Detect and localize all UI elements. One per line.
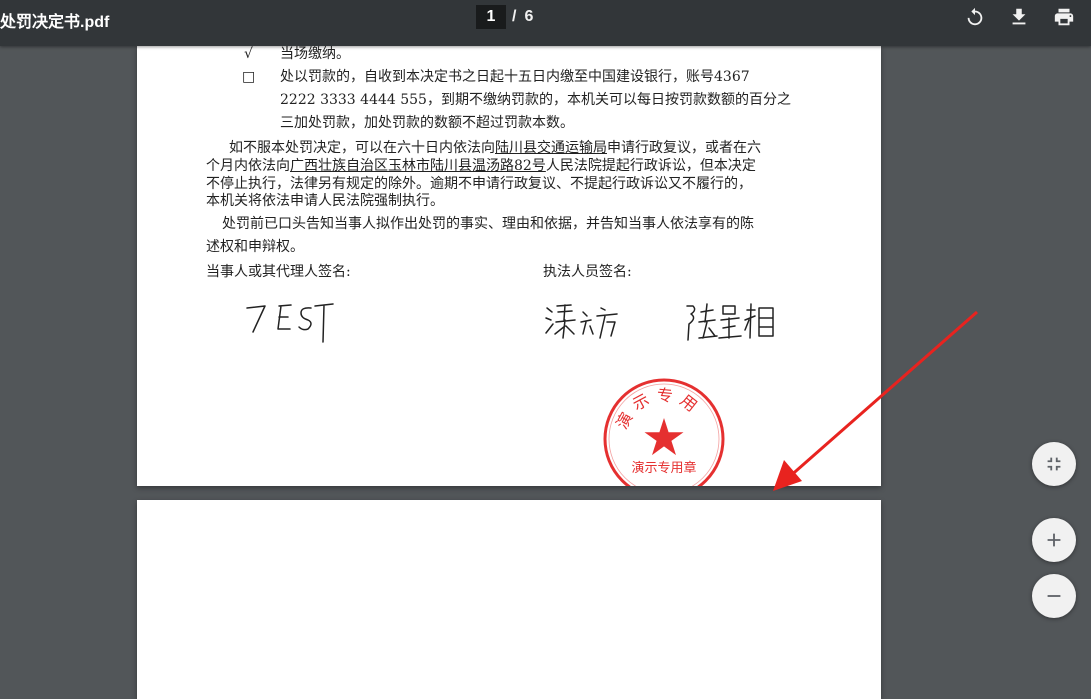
fine-text-line-3: 三加处罚款，加处罚款的数额不超过罚款本数。	[280, 115, 574, 131]
fit-page-icon	[1043, 453, 1065, 475]
party-signature-label: 当事人或其代理人签名:	[206, 264, 351, 280]
zoom-out-button[interactable]	[1032, 574, 1076, 618]
appeal-text: 申请行政复议，或者在六	[607, 140, 761, 156]
seal-bottom-text: 演示专用章	[631, 460, 696, 476]
appeal-text: 如不服本处罚决定，可以在六十日内依法向	[229, 140, 495, 156]
appeal-text: 人民法院提起行政诉讼，但本决定	[545, 158, 756, 174]
document-title: 处罚决定书.pdf	[0, 14, 110, 31]
page-navigator: / 6	[476, 5, 533, 29]
page-number-input[interactable]	[476, 5, 506, 29]
page-separator: /	[512, 8, 517, 25]
appeal-text: 个月内依法向	[206, 158, 290, 174]
court-address: 广西壮族自治区玉林市陆川县温汤路82号	[290, 158, 546, 174]
zoom-out-icon	[1043, 585, 1065, 607]
pdf-page-2	[137, 500, 881, 699]
arrow-annotation	[760, 300, 990, 500]
notice-line-2: 述权和申辩权。	[206, 239, 304, 255]
fine-text-line-2: 2222 3333 4444 555，到期不缴纳罚款的，本机关可以每日按罚款数额…	[280, 92, 791, 108]
party-signature	[241, 298, 341, 346]
pay-on-spot-text: 当场缴纳。	[280, 46, 350, 62]
appeal-line-4: 本机关将依法申请人民法院强制执行。	[206, 193, 444, 209]
download-icon[interactable]	[1006, 4, 1032, 30]
appeal-agency: 陆川县交通运输局	[495, 140, 607, 156]
fine-text-line-1: 处以罚款的，自收到本决定书之日起十五日内缴至中国建设银行，账号4367	[280, 69, 750, 85]
notice-line-1: 处罚前已口头告知当事人拟作出处罚的事实、理由和依据，并告知当事人依法享有的陈	[222, 216, 754, 232]
page-total: 6	[524, 8, 534, 25]
checkbox-mark: □	[242, 69, 256, 85]
rotate-icon[interactable]	[962, 4, 988, 30]
official-seal: 演示专用 演示专用章	[601, 376, 727, 486]
pdf-toolbar: 处罚决定书.pdf / 6	[0, 0, 1091, 46]
check-mark: √	[244, 46, 253, 62]
print-icon[interactable]	[1051, 4, 1077, 30]
officer-signature-1	[543, 298, 625, 346]
zoom-in-button[interactable]	[1032, 518, 1076, 562]
appeal-line-2: 个月内依法向广西壮族自治区玉林市陆川县温汤路82号人民法院提起行政诉讼，但本决定	[206, 157, 756, 176]
zoom-in-icon	[1043, 529, 1065, 551]
officer-signature-label: 执法人员签名:	[543, 264, 632, 280]
fit-page-button[interactable]	[1032, 442, 1076, 486]
appeal-line-1: 如不服本处罚决定，可以在六十日内依法向陆川县交通运输局申请行政复议，或者在六	[229, 139, 761, 158]
